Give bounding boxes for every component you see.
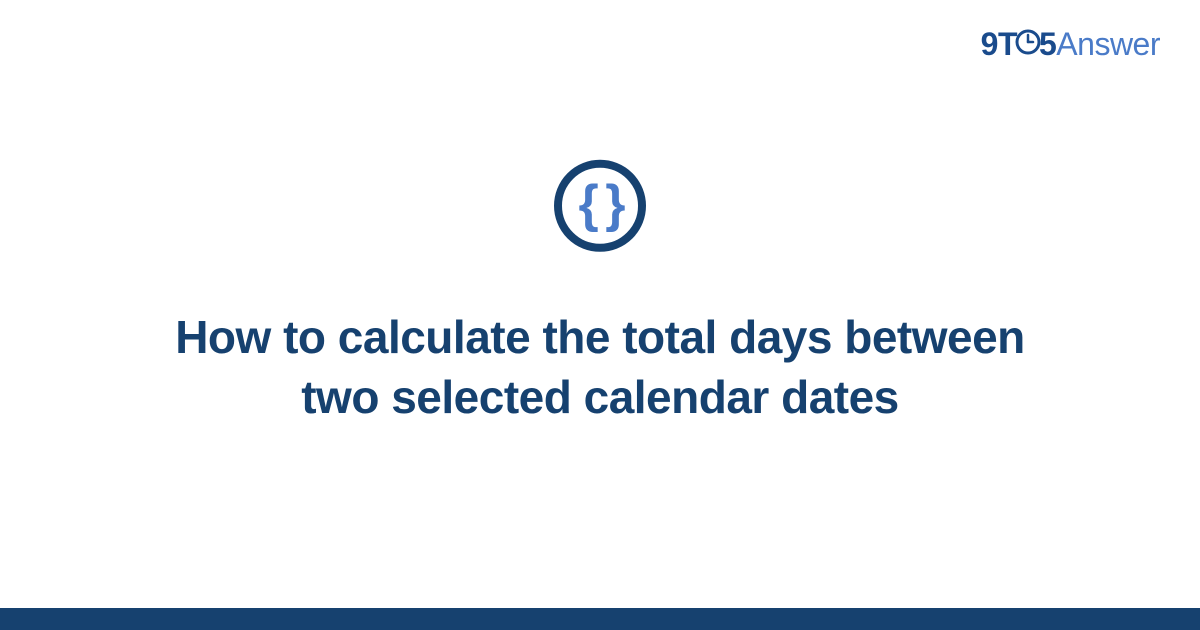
footer-bar	[0, 608, 1200, 630]
category-icon-circle: { }	[554, 160, 646, 252]
logo-nine: 9	[981, 26, 998, 62]
code-braces-icon: { }	[579, 178, 622, 230]
question-title: How to calculate the total days between …	[160, 308, 1040, 428]
logo-five: 5	[1039, 26, 1056, 62]
logo-answer: Answer	[1056, 26, 1160, 62]
clock-icon	[1015, 26, 1041, 63]
site-logo: 9T5Answer	[981, 26, 1160, 65]
main-content: { } How to calculate the total days betw…	[0, 160, 1200, 428]
